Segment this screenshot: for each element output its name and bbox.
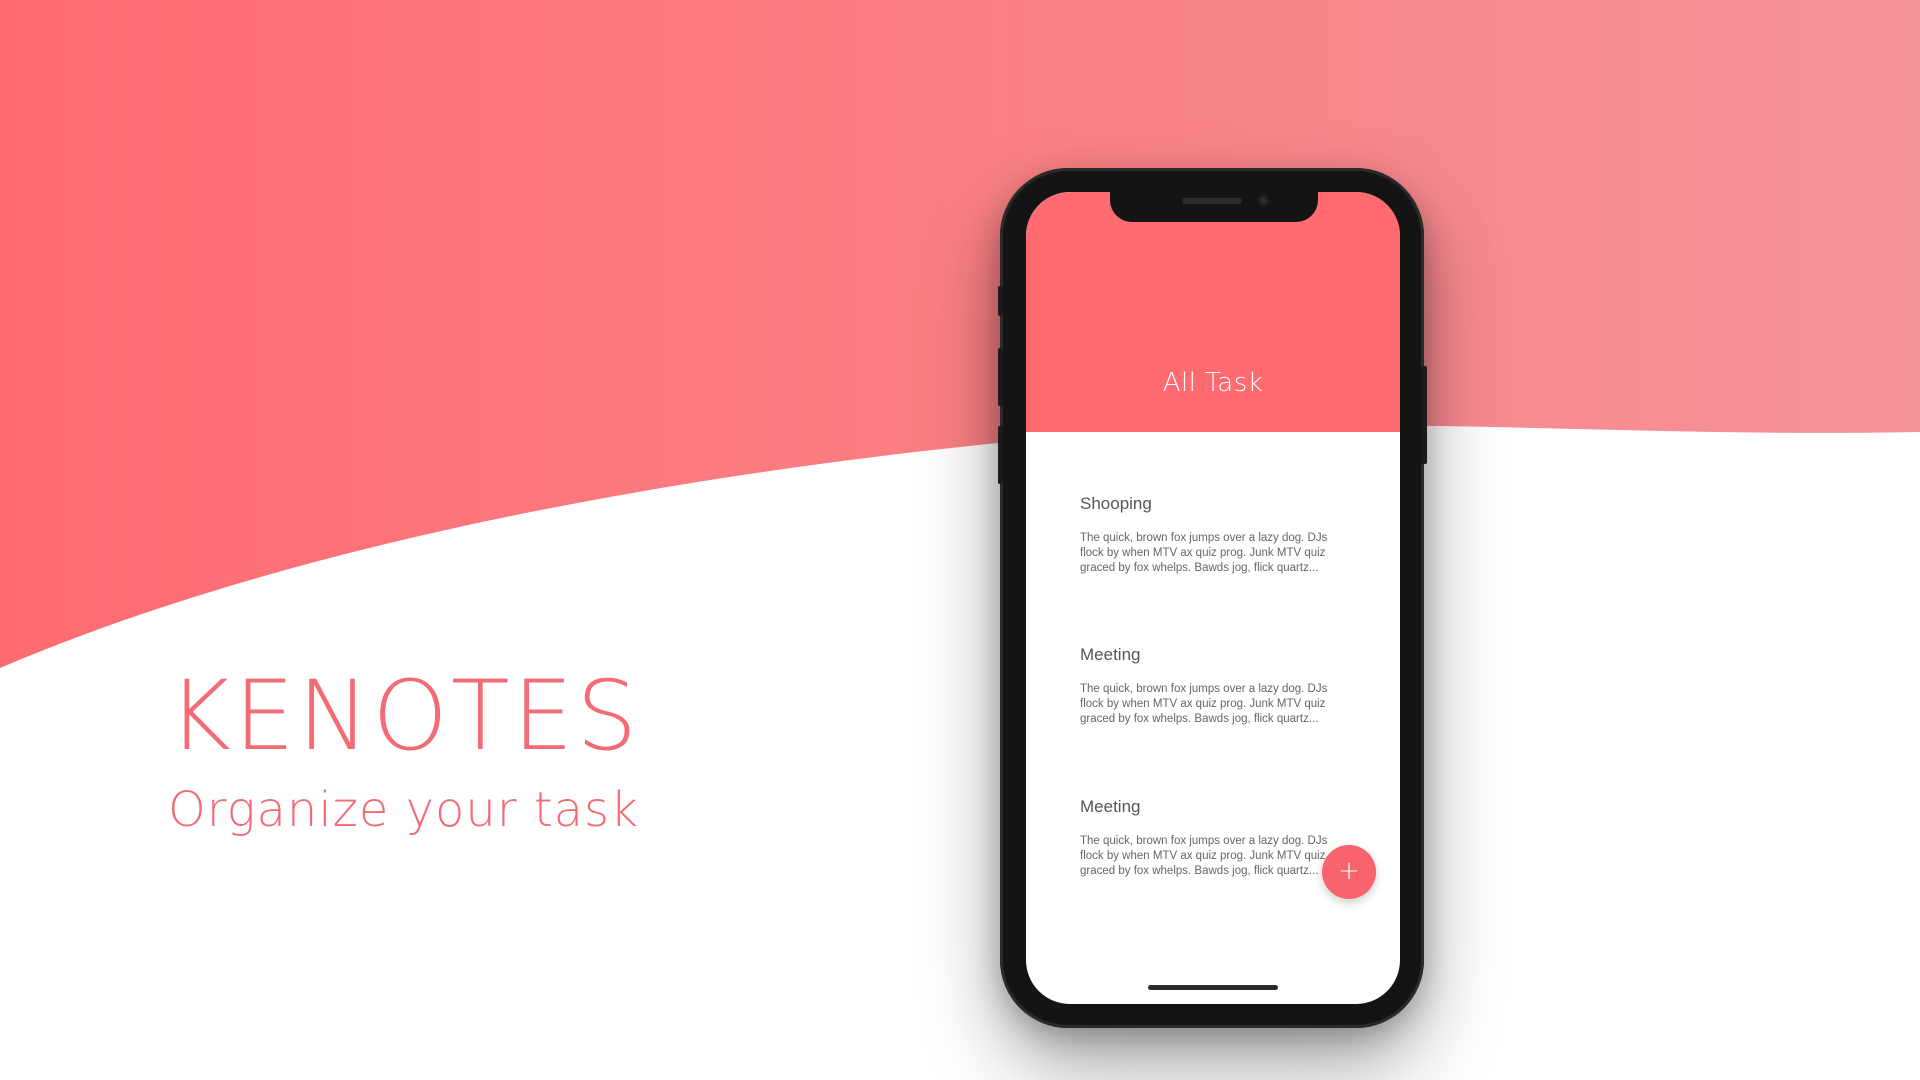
- phone-screen: All Task Shooping The quick, brown fox j…: [1026, 192, 1400, 1004]
- header-title: All Task: [1162, 368, 1264, 398]
- background-wave: [0, 0, 1920, 668]
- task-item[interactable]: Meeting The quick, brown fox jumps over …: [1080, 797, 1350, 879]
- brand-title: KENOTES: [168, 660, 641, 772]
- brand-tagline: Organize your task: [168, 782, 639, 838]
- front-camera-icon: [1258, 195, 1269, 206]
- phone-power-button: [1421, 366, 1427, 464]
- plus-icon: +: [1338, 856, 1360, 886]
- add-task-button[interactable]: +: [1322, 845, 1376, 899]
- task-description: The quick, brown fox jumps over a lazy d…: [1080, 835, 1328, 877]
- app-header: All Task: [1026, 192, 1400, 432]
- task-item[interactable]: Shooping The quick, brown fox jumps over…: [1080, 494, 1350, 576]
- speaker-grille: [1182, 198, 1242, 204]
- task-description: The quick, brown fox jumps over a lazy d…: [1080, 683, 1328, 725]
- phone-mute-switch: [998, 286, 1003, 316]
- task-title: Meeting: [1080, 797, 1141, 816]
- home-indicator: [1148, 985, 1278, 990]
- phone-volume-up-button: [998, 348, 1003, 406]
- phone-notch: [1110, 190, 1318, 222]
- phone-volume-down-button: [998, 426, 1003, 484]
- task-title: Meeting: [1080, 645, 1141, 664]
- task-title: Shooping: [1080, 494, 1152, 513]
- task-item[interactable]: Meeting The quick, brown fox jumps over …: [1080, 645, 1350, 727]
- brand-block: KENOTES Organize your task: [168, 668, 768, 834]
- promo-stage: KENOTES Organize your task All Task Shoo…: [0, 0, 1920, 1080]
- task-description: The quick, brown fox jumps over a lazy d…: [1080, 532, 1328, 574]
